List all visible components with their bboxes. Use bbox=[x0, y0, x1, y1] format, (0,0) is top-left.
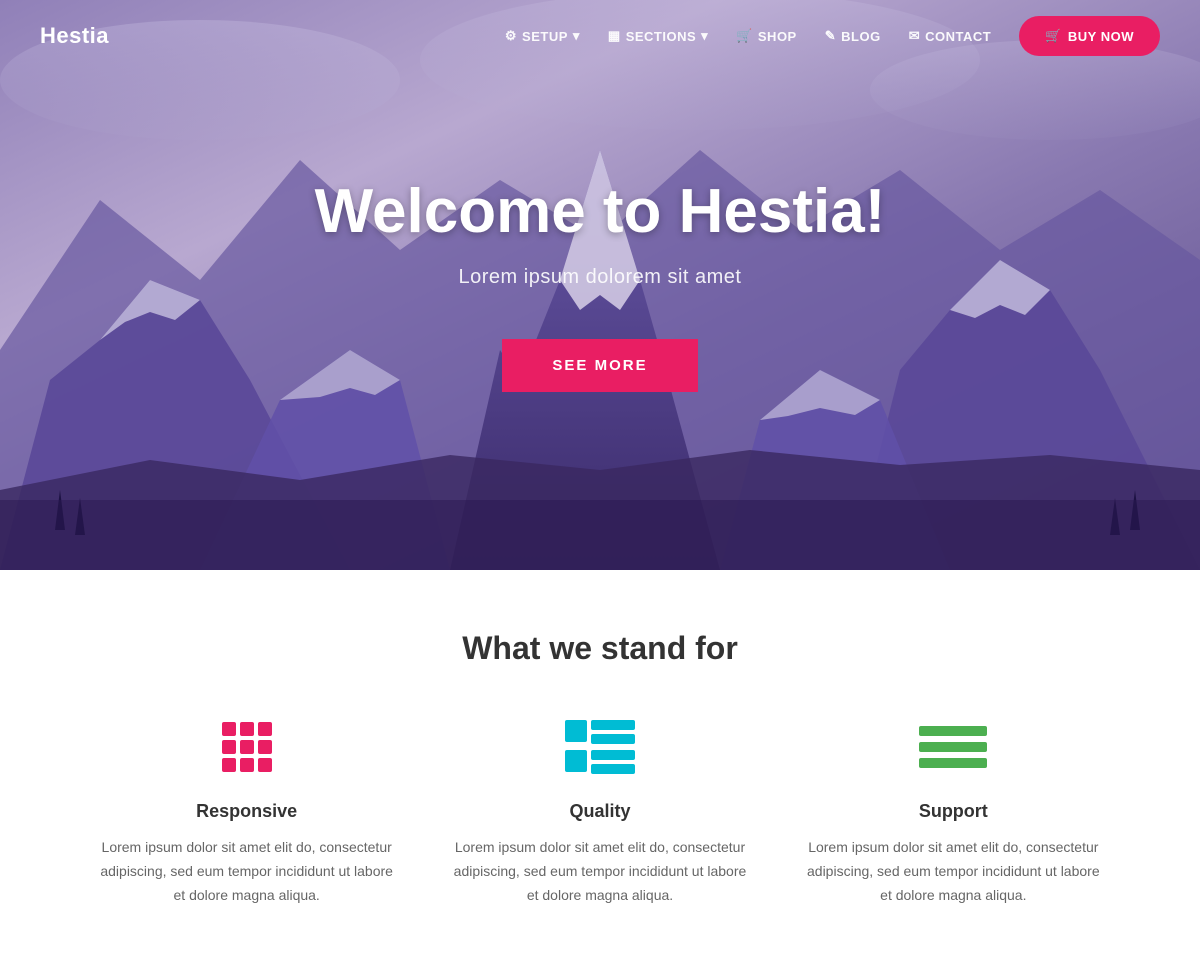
grid-cell bbox=[240, 740, 254, 754]
nav-setup-label: SETUP bbox=[522, 29, 568, 44]
table-cell-square bbox=[565, 720, 587, 742]
features-title: What we stand for bbox=[40, 630, 1160, 667]
table-cell-rect-3 bbox=[591, 764, 635, 774]
table-row-bottom bbox=[565, 750, 635, 774]
nav-shop-label: SHOP bbox=[758, 29, 797, 44]
grid-cell bbox=[258, 758, 272, 772]
line-3 bbox=[919, 758, 987, 768]
see-more-button[interactable]: SEE MORE bbox=[502, 339, 697, 392]
feature-responsive: Responsive Lorem ipsum dolor sit amet el… bbox=[100, 717, 393, 907]
grid-cell bbox=[258, 722, 272, 736]
responsive-description: Lorem ipsum dolor sit amet elit do, cons… bbox=[100, 836, 393, 907]
support-description: Lorem ipsum dolor sit amet elit do, cons… bbox=[807, 836, 1100, 907]
nav-item-shop[interactable]: 🛒 SHOP bbox=[724, 20, 809, 52]
table-cell-rect bbox=[591, 734, 635, 744]
line-1 bbox=[919, 726, 987, 736]
sections-icon: ▦ bbox=[608, 28, 621, 44]
setup-icon: ⚙ bbox=[505, 28, 517, 44]
hero-content: Welcome to Hestia! Lorem ipsum dolorem s… bbox=[275, 178, 926, 392]
hero-section: Welcome to Hestia! Lorem ipsum dolorem s… bbox=[0, 0, 1200, 570]
grid-cell bbox=[222, 722, 236, 736]
table-cell-rect bbox=[591, 720, 635, 730]
brand-logo[interactable]: Hestia bbox=[40, 23, 109, 49]
table-cell-square-2 bbox=[565, 750, 587, 772]
quality-description: Lorem ipsum dolor sit amet elit do, cons… bbox=[453, 836, 746, 907]
quality-title: Quality bbox=[569, 801, 630, 822]
grid-cell bbox=[258, 740, 272, 754]
grid-icon bbox=[222, 722, 272, 772]
nav-item-blog[interactable]: ✎ BLOG bbox=[813, 20, 893, 52]
buy-now-label: BUY NOW bbox=[1068, 29, 1134, 44]
shop-icon: 🛒 bbox=[736, 28, 753, 44]
support-icon bbox=[919, 717, 987, 777]
nav-item-contact[interactable]: ✉ CONTACT bbox=[897, 20, 1004, 52]
buy-now-button[interactable]: 🛒 BUY NOW bbox=[1019, 16, 1160, 56]
grid-cell bbox=[222, 740, 236, 754]
features-section: What we stand for Responsive Lorem ipsum… bbox=[0, 570, 1200, 967]
nav-blog-label: BLOG bbox=[841, 29, 881, 44]
nav-item-buy[interactable]: 🛒 BUY NOW bbox=[1007, 16, 1160, 56]
nav-sections-label: SECTIONS bbox=[626, 29, 696, 44]
chevron-down-icon: ▾ bbox=[573, 28, 580, 44]
chevron-down-icon-2: ▾ bbox=[701, 28, 708, 44]
hero-subtitle: Lorem ipsum dolorem sit amet bbox=[315, 266, 886, 289]
feature-support: Support Lorem ipsum dolor sit amet elit … bbox=[807, 717, 1100, 907]
grid-cell bbox=[240, 722, 254, 736]
lines-icon bbox=[919, 726, 987, 768]
features-grid: Responsive Lorem ipsum dolor sit amet el… bbox=[100, 717, 1100, 907]
blog-icon: ✎ bbox=[825, 28, 836, 44]
nav-menu: ⚙ SETUP ▾ ▦ SECTIONS ▾ 🛒 SHOP ✎ BLOG bbox=[493, 16, 1160, 56]
grid-cell bbox=[222, 758, 236, 772]
quality-icon bbox=[565, 717, 635, 777]
cart-icon: 🛒 bbox=[1045, 28, 1062, 44]
table-row-top bbox=[565, 720, 635, 744]
nav-item-setup[interactable]: ⚙ SETUP ▾ bbox=[493, 20, 592, 52]
line-2 bbox=[919, 742, 987, 752]
table-icon bbox=[565, 720, 635, 774]
nav-contact-label: CONTACT bbox=[925, 29, 991, 44]
grid-cell bbox=[240, 758, 254, 772]
hero-title: Welcome to Hestia! bbox=[315, 178, 886, 246]
feature-quality: Quality Lorem ipsum dolor sit amet elit … bbox=[453, 717, 746, 907]
table-cell-rect-2 bbox=[591, 750, 635, 760]
responsive-icon bbox=[222, 717, 272, 777]
support-title: Support bbox=[919, 801, 988, 822]
responsive-title: Responsive bbox=[196, 801, 297, 822]
navbar: Hestia ⚙ SETUP ▾ ▦ SECTIONS ▾ 🛒 SHOP ✎ bbox=[0, 0, 1200, 72]
contact-icon: ✉ bbox=[909, 28, 920, 44]
nav-item-sections[interactable]: ▦ SECTIONS ▾ bbox=[596, 20, 720, 52]
